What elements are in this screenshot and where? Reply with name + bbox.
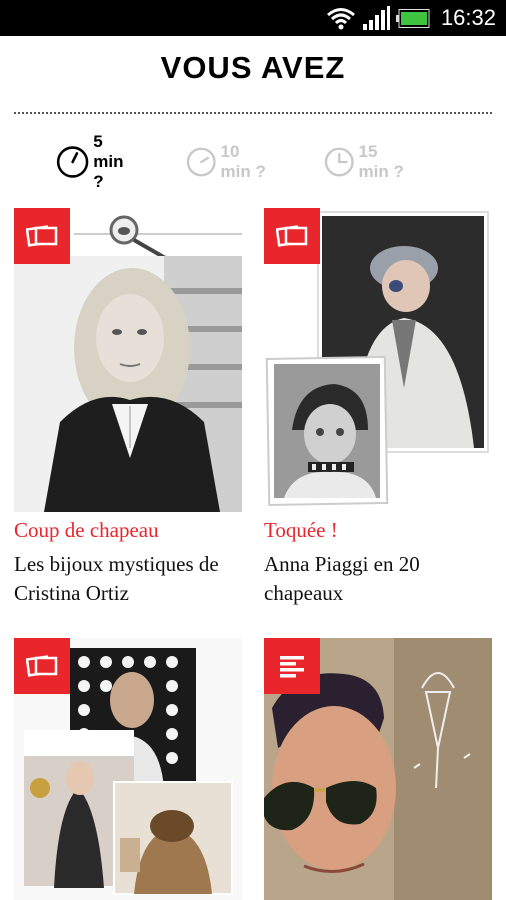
status-bar: 16:32 — [0, 0, 506, 36]
clock-icon — [324, 147, 354, 177]
gallery-icon — [26, 225, 58, 247]
time-option-10-min[interactable]: 10 min ? — [186, 139, 266, 185]
gallery-badge — [264, 208, 320, 264]
header-divider — [14, 112, 492, 114]
article-card[interactable]: Coup de chapeau Les bijoux mystiques de … — [14, 208, 242, 608]
gallery-badge — [14, 638, 70, 694]
clock-icon — [56, 146, 89, 178]
article-badge — [264, 638, 320, 694]
article-card[interactable] — [264, 638, 492, 900]
signal-icon — [363, 6, 390, 30]
article-card[interactable]: Toquée ! Anna Piaggi en 20 chapeaux — [264, 208, 494, 608]
article-title: Les bijoux mystiques de Cristina Ortiz — [14, 552, 219, 605]
time-option-label: 5 min ? — [93, 132, 124, 191]
article-category: Coup de chapeau — [14, 518, 159, 542]
time-option-5-min[interactable]: 5 min ? — [56, 132, 136, 191]
article-category: Toquée ! — [264, 518, 338, 542]
time-option-label: 15 min ? — [358, 142, 404, 181]
gallery-icon — [26, 655, 58, 677]
wifi-icon — [327, 8, 355, 30]
article-title: Anna Piaggi en 20 chapeaux — [264, 552, 420, 605]
article-icon — [280, 656, 304, 678]
clock-icon — [186, 147, 216, 177]
article-card[interactable] — [14, 638, 242, 900]
gallery-icon — [276, 225, 308, 247]
clock-time: 16:32 — [440, 5, 496, 30]
gallery-badge — [14, 208, 70, 264]
time-option-label: 10 min ? — [220, 142, 266, 181]
battery-icon — [396, 9, 430, 28]
page-title: VOUS AVEZ — [160, 50, 346, 85]
time-option-15-min[interactable]: 15 min ? — [324, 139, 404, 185]
